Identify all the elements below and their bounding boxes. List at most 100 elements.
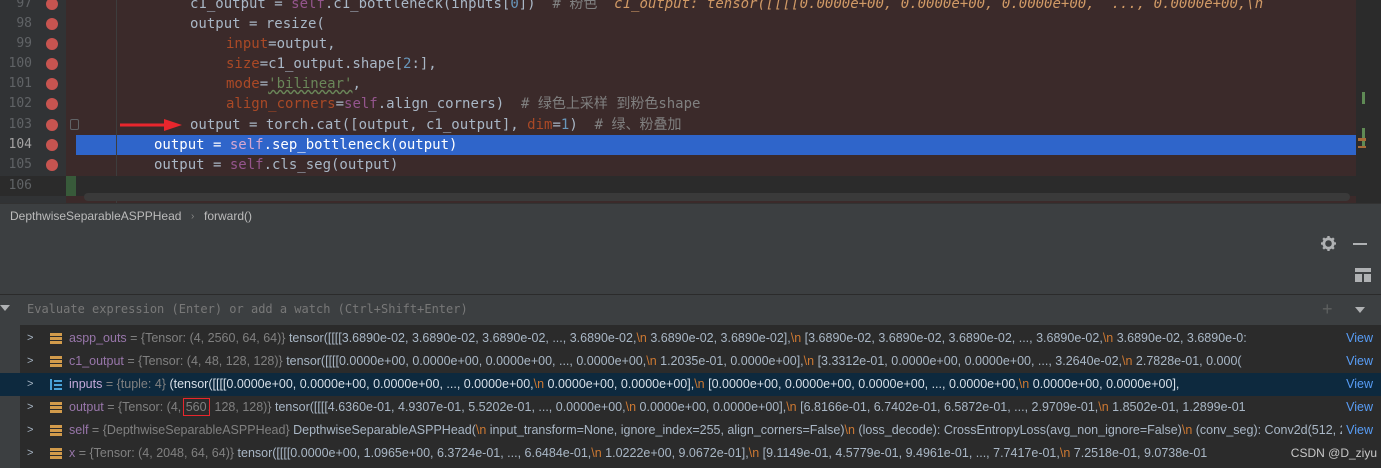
variable-value: tensor([[[[3.6890e-02, 3.6890e-02, 3.689… (288, 331, 637, 345)
breakpoint-marker[interactable] (46, 139, 58, 151)
code-line-105[interactable]: 105 output = self.cls_seg(output) (0, 155, 1381, 175)
variable-value: (tensor([[[[0.0000e+00, 0.0000e+00, 0.00… (169, 377, 534, 391)
tensor-field-icon (50, 402, 62, 413)
expand-chevron-icon[interactable]: > (27, 350, 33, 373)
code-line-98[interactable]: 98 output = resize( (0, 14, 1381, 34)
breadcrumb: DepthwiseSeparableASPPHead › forward() (0, 203, 1381, 229)
variable-row-aspp-outs[interactable]: > aspp_outs = {Tensor: (4, 2560, 64, 64)… (0, 327, 1381, 350)
watermark: CSDN @D_ziyu (1286, 442, 1377, 465)
variable-row-self[interactable]: > self = {DepthwiseSeparableASPPHead} De… (0, 419, 1381, 442)
code-text: c1_output = self.c1_bottleneck(inputs[0]… (190, 0, 1263, 14)
breakpoint-marker[interactable] (46, 159, 58, 171)
line-number: 103 (8, 117, 32, 132)
variable-name: self (69, 423, 89, 437)
variable-type: = {Tensor: (4, 2560, 64, 64)} (126, 331, 289, 345)
breadcrumb-separator-icon: › (191, 211, 195, 222)
variable-value: tensor([[[[4.6360e-01, 4.9307e-01, 5.520… (275, 400, 626, 414)
code-text: mode='bilinear', (226, 76, 361, 92)
variable-row-x[interactable]: > x = {Tensor: (4, 2048, 64, 64)} tensor… (0, 442, 1381, 465)
variable-content: self = {DepthwiseSeparableASPPHead} Dept… (69, 423, 1351, 437)
variable-name: output (69, 400, 104, 414)
code-text: output = self.cls_seg(output) (154, 157, 399, 173)
code-text: input=output, (226, 36, 336, 52)
breadcrumb-method[interactable]: forward() (204, 209, 252, 223)
breakpoint-marker[interactable] (46, 98, 58, 110)
debug-panel-toolbar (0, 228, 1381, 294)
editor-horizontal-scrollbar[interactable] (84, 193, 1350, 201)
expand-chevron-icon[interactable]: > (27, 442, 33, 465)
code-text: output = self.sep_bottleneck(output) (154, 137, 458, 153)
tensor-field-icon (50, 356, 62, 367)
variable-content: inputs = {tuple: 4} (tensor([[[[0.0000e+… (69, 377, 1180, 391)
highlighted-channel-count: 560 (182, 398, 210, 416)
breakpoint-marker[interactable] (46, 0, 58, 10)
expand-chevron-icon[interactable]: > (27, 327, 33, 350)
line-number: 104 (8, 137, 32, 152)
variable-type: = {DepthwiseSeparableASPPHead} (88, 423, 294, 437)
variable-type: = {Tensor: (4, 2048, 64, 64)} (75, 446, 238, 460)
inline-debug-value: c1_output: tensor([[[[0.0000e+00, 0.0000… (597, 0, 1264, 12)
evaluate-left-arrow-icon[interactable] (0, 305, 10, 311)
variable-type: = {Tensor: (4, 48, 128, 128)} (123, 354, 287, 368)
tensor-field-icon (50, 333, 62, 344)
code-text: align_corners=self.align_corners) # 绿色上采… (226, 96, 701, 112)
variable-row-inputs[interactable]: > inputs = {tuple: 4} (tensor([[[[0.0000… (0, 373, 1381, 396)
breakpoint-marker[interactable] (46, 119, 58, 131)
expand-chevron-icon[interactable]: > (27, 373, 33, 396)
variable-type: = {tuple: 4} (102, 377, 170, 391)
change-marker (66, 176, 76, 196)
variables-panel: > aspp_outs = {Tensor: (4, 2560, 64, 64)… (0, 325, 1381, 468)
variable-name: c1_output (69, 354, 124, 368)
expand-chevron-icon[interactable]: > (27, 419, 33, 442)
chevron-down-icon[interactable] (1355, 307, 1365, 313)
variable-content: x = {Tensor: (4, 2048, 64, 64)} tensor([… (69, 446, 1208, 460)
fold-marker-icon[interactable] (70, 119, 79, 130)
breakpoint-marker[interactable] (46, 18, 58, 30)
line-number: 100 (8, 56, 32, 71)
add-watch-icon[interactable]: + (1322, 299, 1333, 320)
line-number: 102 (8, 96, 32, 111)
view-link[interactable]: View (1342, 373, 1373, 396)
evaluate-expression-bar: Evaluate expression (Enter) or add a wat… (0, 294, 1381, 326)
variable-name: aspp_outs (69, 331, 127, 345)
variable-content: output = {Tensor: (4, 560, 128, 128)} te… (69, 398, 1246, 416)
gear-icon[interactable] (1321, 236, 1336, 251)
view-link[interactable]: View (1342, 419, 1373, 442)
red-arrow-annotation-icon (120, 119, 182, 131)
view-link[interactable]: View (1342, 396, 1373, 419)
variable-content: c1_output = {Tensor: (4, 48, 128, 128)} … (69, 354, 1242, 368)
variable-row-output[interactable]: > output = {Tensor: (4, 560, 128, 128)} … (0, 396, 1381, 419)
breadcrumb-class[interactable]: DepthwiseSeparableASPPHead (10, 209, 181, 223)
variable-value: tensor([[[[0.0000e+00, 1.0965e+00, 6.372… (237, 446, 592, 460)
code-line-99[interactable]: 99 input=output, (0, 34, 1381, 54)
view-link[interactable]: View (1342, 350, 1373, 373)
tuple-icon (50, 379, 62, 390)
minimize-icon[interactable] (1353, 243, 1367, 245)
code-line-100[interactable]: 100 size=c1_output.shape[2:], (0, 54, 1381, 74)
evaluate-input[interactable]: Evaluate expression (Enter) or add a wat… (27, 302, 468, 316)
code-line-101[interactable]: 101 mode='bilinear', (0, 74, 1381, 94)
view-link[interactable]: View (1342, 327, 1373, 350)
code-text: size=c1_output.shape[2:], (226, 56, 437, 72)
code-line-97[interactable]: 97 c1_output = self.c1_bottleneck(inputs… (0, 0, 1381, 14)
line-number: 97 (16, 0, 32, 11)
line-number: 98 (16, 16, 32, 31)
line-number: 105 (8, 157, 32, 172)
breakpoint-marker[interactable] (46, 58, 58, 70)
code-text: output = torch.cat([output, c1_output], … (190, 117, 682, 133)
line-number: 106 (8, 178, 32, 193)
layout-grid-icon[interactable] (1355, 268, 1371, 282)
breakpoint-marker[interactable] (46, 78, 58, 90)
line-number: 101 (8, 76, 32, 91)
code-text: output = resize( (190, 16, 325, 32)
breakpoint-marker[interactable] (46, 38, 58, 50)
variable-value: tensor([[[[0.0000e+00, 0.0000e+00, 0.000… (286, 354, 647, 368)
expand-chevron-icon[interactable]: > (27, 396, 33, 419)
code-line-104[interactable]: 104 output = self.sep_bottleneck(output) (0, 135, 1381, 155)
variable-value: DepthwiseSeparableASPPHead( (293, 423, 476, 437)
code-editor[interactable]: 97 c1_output = self.c1_bottleneck(inputs… (0, 0, 1381, 203)
tensor-field-icon (50, 448, 62, 459)
variable-row-c1-output[interactable]: > c1_output = {Tensor: (4, 48, 128, 128)… (0, 350, 1381, 373)
code-line-102[interactable]: 102 align_corners=self.align_corners) # … (0, 94, 1381, 114)
code-line-103[interactable]: 103 output = torch.cat([output, c1_outpu… (0, 115, 1381, 135)
